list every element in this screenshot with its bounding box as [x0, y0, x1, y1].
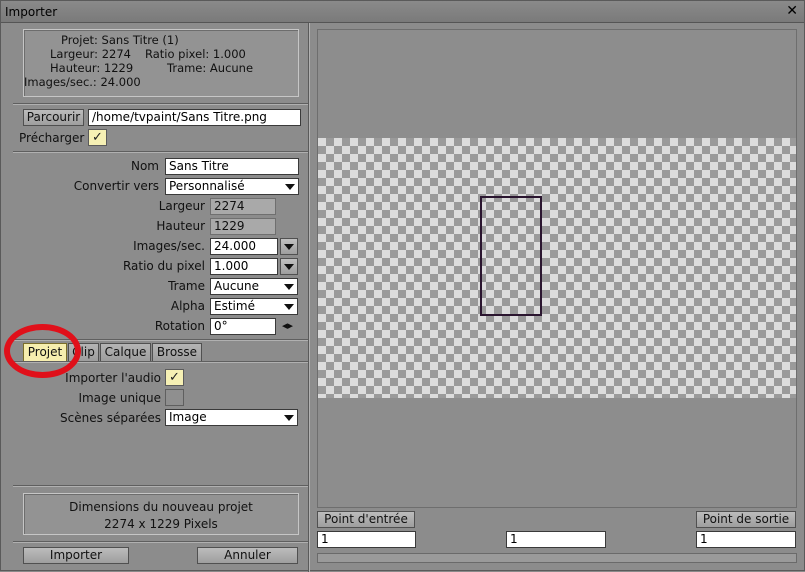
close-icon[interactable]: ✕	[786, 3, 798, 19]
separate-scenes-select[interactable]: Image	[165, 409, 298, 426]
import-dialog: Importer ✕ Projet: Sans Titre (1) Largeu…	[0, 0, 805, 572]
project-info-box: Projet: Sans Titre (1) Largeur: 2274 Rat…	[23, 29, 299, 97]
info-project: Projet: Sans Titre (1)	[61, 33, 179, 47]
fps-label: Images/sec.	[133, 239, 205, 253]
convert-value: Personnalisé	[169, 179, 245, 193]
preload-label: Précharger	[19, 131, 85, 145]
height-field: 1229	[210, 218, 276, 235]
rotation-spinner-icon[interactable]: ◂▸	[282, 319, 293, 332]
image-preview	[317, 29, 797, 508]
frame-outline	[480, 196, 542, 316]
pixel-ratio-field[interactable]: 1.000	[210, 258, 278, 275]
import-audio-checkbox[interactable]: ✓	[165, 369, 184, 386]
separate-scenes-value: Image	[169, 410, 207, 424]
dimensions-value: 2274 x 1229 Pixels	[104, 517, 218, 531]
info-ratio: Ratio pixel: 1.000	[145, 47, 246, 61]
dimensions-title: Dimensions du nouveau projet	[69, 500, 253, 514]
fps-dropdown-button[interactable]	[280, 238, 298, 255]
fps-field[interactable]: 24.000	[210, 238, 278, 255]
transparency-checkerboard	[318, 138, 796, 398]
alpha-value: Estimé	[214, 299, 255, 313]
divider	[13, 541, 309, 543]
timeline-slider[interactable]	[317, 553, 797, 563]
divider	[13, 151, 309, 153]
preload-checkbox[interactable]: ✓	[88, 129, 107, 146]
name-label: Nom	[130, 159, 159, 173]
convert-label: Convertir vers	[73, 179, 159, 193]
import-audio-label: Importer l'audio	[65, 371, 161, 385]
chevron-down-icon	[284, 304, 294, 310]
checkmark-icon: ✓	[169, 370, 180, 385]
highlight-circle	[4, 324, 81, 378]
alpha-label: Alpha	[170, 299, 205, 313]
in-point-field[interactable]: 1	[317, 531, 416, 548]
chevron-down-icon	[284, 284, 294, 290]
out-point-button[interactable]: Point de sortie	[696, 511, 796, 528]
title-bar[interactable]: Importer ✕	[1, 1, 804, 23]
divider	[13, 103, 309, 105]
info-field: Trame: Aucune	[167, 61, 254, 75]
pixel-ratio-dropdown-button[interactable]	[280, 258, 298, 275]
tab-calque[interactable]: Calque	[100, 343, 151, 362]
file-path-field[interactable]: /home/tvpaint/Sans Titre.png	[88, 109, 301, 126]
field-order-label: Trame	[168, 279, 205, 293]
import-button[interactable]: Importer	[23, 547, 129, 564]
current-frame-field[interactable]: 1	[506, 531, 606, 548]
single-image-label: Image unique	[78, 391, 161, 405]
height-label: Hauteur	[156, 219, 205, 233]
out-point-field[interactable]: 1	[696, 531, 796, 548]
rotation-label: Rotation	[154, 319, 205, 333]
divider	[13, 485, 309, 487]
separate-scenes-label: Scènes séparées	[60, 411, 161, 425]
field-order-select[interactable]: Aucune	[210, 278, 298, 295]
field-order-value: Aucune	[214, 279, 260, 293]
checkmark-icon: ✓	[92, 130, 103, 145]
browse-button[interactable]: Parcourir	[23, 109, 84, 126]
chevron-down-icon	[284, 415, 294, 421]
in-point-button[interactable]: Point d'entrée	[317, 511, 415, 528]
left-panel: Projet: Sans Titre (1) Largeur: 2274 Rat…	[13, 23, 309, 572]
new-project-dimensions: Dimensions du nouveau projet 2274 x 1229…	[23, 493, 299, 535]
width-label: Largeur	[158, 199, 205, 213]
alpha-select[interactable]: Estimé	[210, 298, 298, 315]
rotation-field[interactable]: 0°	[210, 318, 276, 335]
info-width: Largeur: 2274	[50, 47, 131, 61]
convert-select[interactable]: Personnalisé	[165, 178, 299, 195]
name-field[interactable]: Sans Titre	[165, 158, 299, 175]
single-image-checkbox[interactable]	[165, 389, 184, 406]
info-fps: Images/sec.: 24.000	[24, 75, 141, 89]
pixel-ratio-label: Ratio du pixel	[122, 259, 205, 273]
tab-brosse[interactable]: Brosse	[152, 343, 202, 362]
window-title: Importer	[5, 5, 58, 19]
cancel-button[interactable]: Annuler	[197, 547, 298, 564]
width-field: 2274	[210, 198, 276, 215]
panel-divider	[308, 23, 310, 572]
info-height: Hauteur: 1229	[50, 61, 134, 75]
chevron-down-icon	[285, 184, 295, 190]
